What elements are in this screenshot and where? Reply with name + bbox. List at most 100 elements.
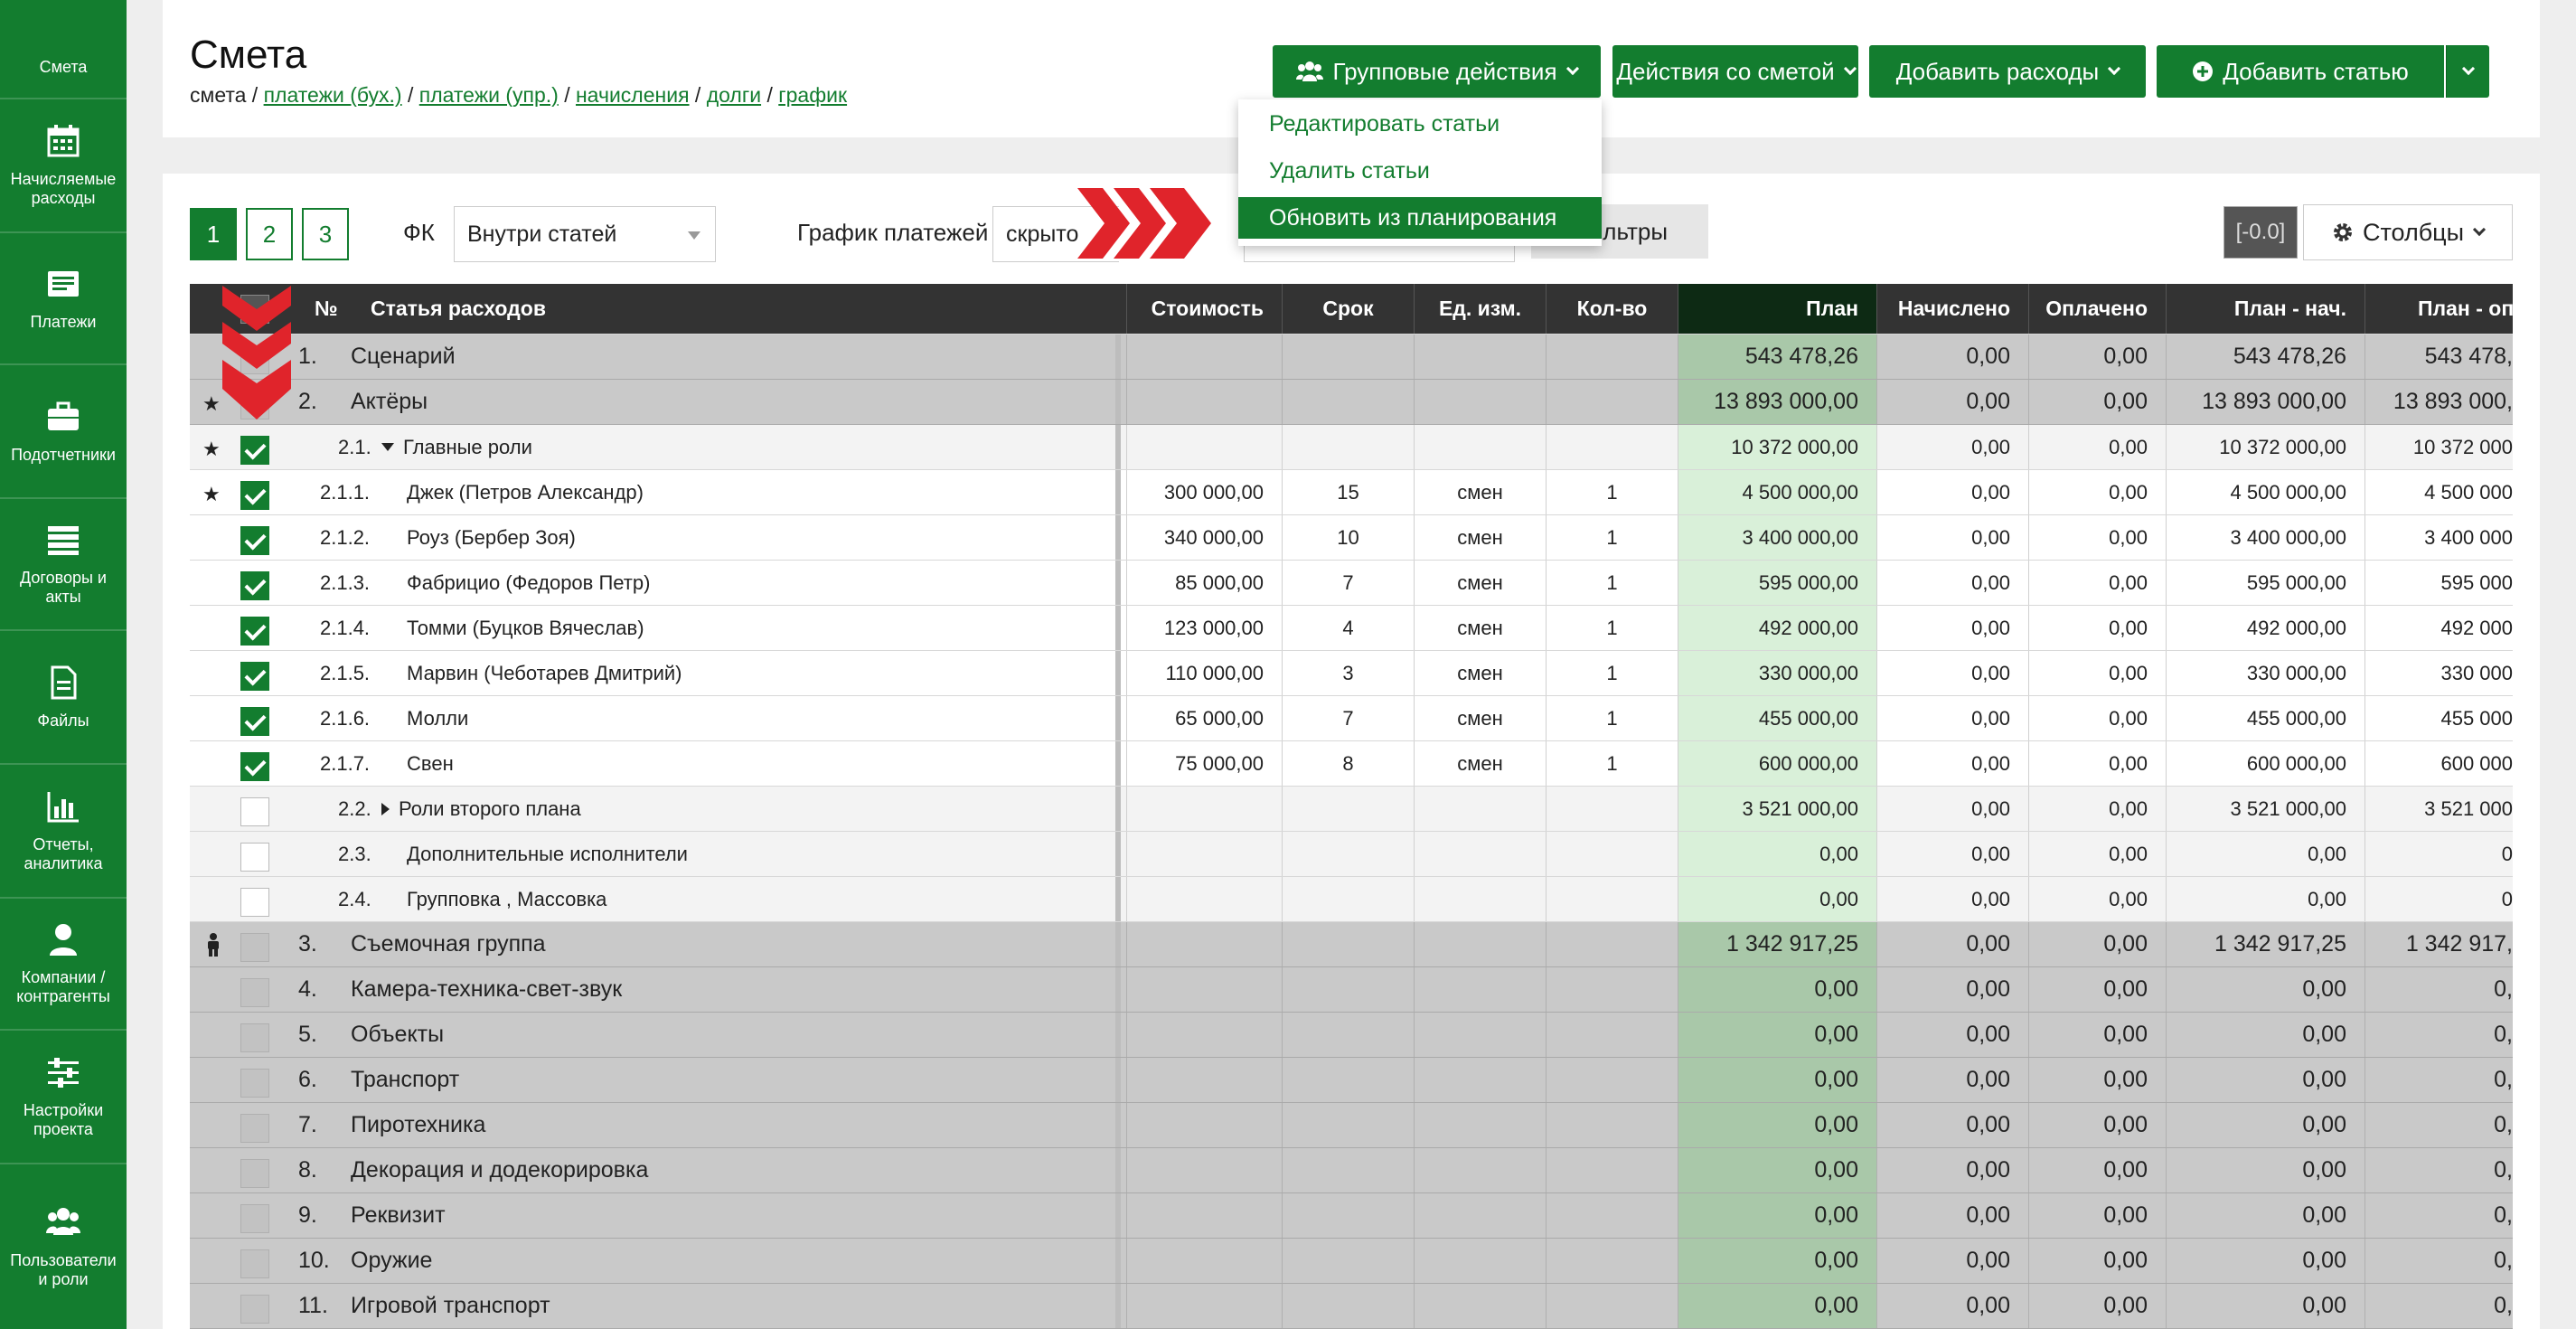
cell-term[interactable] bbox=[1282, 425, 1414, 469]
row-checkbox[interactable] bbox=[240, 662, 269, 691]
cell-qty[interactable]: 1 bbox=[1546, 651, 1678, 695]
row-checkbox[interactable] bbox=[240, 345, 269, 374]
sidebar-item-companies[interactable]: Компании / контрагенты bbox=[0, 899, 127, 1031]
cell-plan[interactable]: 595 000,00 bbox=[1678, 561, 1876, 605]
cell-plan[interactable]: 0,00 bbox=[1678, 1284, 1876, 1328]
cell-cost[interactable] bbox=[1126, 832, 1282, 876]
cell-qty[interactable] bbox=[1546, 1148, 1678, 1192]
cell-qty[interactable] bbox=[1546, 425, 1678, 469]
cell-cost[interactable] bbox=[1126, 1148, 1282, 1192]
cell-cost[interactable] bbox=[1126, 425, 1282, 469]
row-checkbox[interactable] bbox=[240, 933, 269, 962]
cell-term[interactable]: 4 bbox=[1282, 606, 1414, 650]
table-row[interactable]: 6. Транспорт 0,00 0,00 0,00 0,00 0, bbox=[190, 1058, 2513, 1103]
cell-plan[interactable]: 0,00 bbox=[1678, 1013, 1876, 1057]
row-checkbox[interactable] bbox=[240, 1249, 269, 1278]
cell-cost[interactable] bbox=[1126, 335, 1282, 379]
cell-cost[interactable] bbox=[1126, 967, 1282, 1012]
row-checkbox[interactable] bbox=[240, 436, 269, 465]
star-icon[interactable]: ★ bbox=[202, 483, 221, 506]
table-row[interactable]: 10. Оружие 0,00 0,00 0,00 0,00 0, bbox=[190, 1239, 2513, 1284]
row-checkbox[interactable] bbox=[240, 617, 269, 646]
row-checkbox[interactable] bbox=[240, 1159, 269, 1188]
cell-cost[interactable] bbox=[1126, 877, 1282, 921]
cell-unit[interactable] bbox=[1414, 877, 1546, 921]
cell-term[interactable] bbox=[1282, 1103, 1414, 1147]
cell-qty[interactable] bbox=[1546, 877, 1678, 921]
cell-unit[interactable] bbox=[1414, 1013, 1546, 1057]
row-checkbox[interactable] bbox=[240, 707, 269, 736]
cell-plan[interactable]: 13 893 000,00 bbox=[1678, 380, 1876, 424]
table-row[interactable]: 1. Сценарий 543 478,26 0,00 0,00 543 478,26 54… bbox=[190, 335, 2513, 380]
cell-plan[interactable]: 0,00 bbox=[1678, 1239, 1876, 1283]
cell-unit[interactable] bbox=[1414, 922, 1546, 966]
row-checkbox[interactable] bbox=[240, 391, 269, 419]
table-row[interactable]: 2.1.7. Свен 75 000,00 8 смен 1 600 000,00 0,00 0… bbox=[190, 741, 2513, 787]
add-item-button[interactable]: Добавить статью bbox=[2157, 45, 2444, 98]
cell-term[interactable] bbox=[1282, 787, 1414, 831]
cell-unit[interactable]: смен bbox=[1414, 515, 1546, 560]
cell-unit[interactable] bbox=[1414, 787, 1546, 831]
row-checkbox[interactable] bbox=[240, 1114, 269, 1143]
cell-plan[interactable]: 543 478,26 bbox=[1678, 335, 1876, 379]
page-button-3[interactable]: 3 bbox=[302, 208, 349, 260]
cell-term[interactable]: 10 bbox=[1282, 515, 1414, 560]
cell-qty[interactable] bbox=[1546, 1239, 1678, 1283]
cell-qty[interactable]: 1 bbox=[1546, 696, 1678, 740]
cell-plan[interactable]: 492 000,00 bbox=[1678, 606, 1876, 650]
cell-unit[interactable] bbox=[1414, 1148, 1546, 1192]
cell-unit[interactable] bbox=[1414, 967, 1546, 1012]
cell-qty[interactable] bbox=[1546, 1103, 1678, 1147]
cell-term[interactable] bbox=[1282, 335, 1414, 379]
cell-term[interactable] bbox=[1282, 1058, 1414, 1102]
cell-unit[interactable] bbox=[1414, 1193, 1546, 1238]
cell-qty[interactable] bbox=[1546, 922, 1678, 966]
cell-plan[interactable]: 4 500 000,00 bbox=[1678, 470, 1876, 514]
add-expenses-button[interactable]: Добавить расходы bbox=[1869, 45, 2146, 98]
cell-plan[interactable]: 600 000,00 bbox=[1678, 741, 1876, 786]
column-header-paid[interactable]: Оплачено bbox=[2028, 284, 2166, 334]
cell-unit[interactable] bbox=[1414, 832, 1546, 876]
cell-cost[interactable] bbox=[1126, 1193, 1282, 1238]
table-row[interactable]: 2.3. Дополнительные исполнители 0,00 0,00 0,… bbox=[190, 832, 2513, 877]
cell-term[interactable] bbox=[1282, 1193, 1414, 1238]
cell-term[interactable] bbox=[1282, 1284, 1414, 1328]
table-row[interactable]: 2.2. Роли второго плана 3 521 000,00 0,00 0,… bbox=[190, 787, 2513, 832]
cell-term[interactable] bbox=[1282, 832, 1414, 876]
breadcrumb-link-debts[interactable]: долги bbox=[707, 83, 761, 107]
cell-qty[interactable] bbox=[1546, 967, 1678, 1012]
menu-item-edit-items[interactable]: Редактировать статьи bbox=[1238, 103, 1602, 145]
cell-qty[interactable] bbox=[1546, 787, 1678, 831]
column-header-qty[interactable]: Кол-во bbox=[1546, 284, 1678, 334]
cell-unit[interactable]: смен bbox=[1414, 741, 1546, 786]
sidebar-item-files[interactable]: Файлы bbox=[0, 631, 127, 765]
cell-plan[interactable]: 0,00 bbox=[1678, 1193, 1876, 1238]
sidebar-item-reports[interactable]: Отчеты, аналитика bbox=[0, 765, 127, 899]
cell-qty[interactable]: 1 bbox=[1546, 741, 1678, 786]
row-checkbox[interactable] bbox=[240, 978, 269, 1007]
table-row[interactable]: 2.1.5. Марвин (Чеботарев Дмитрий) 110 000,… bbox=[190, 651, 2513, 696]
cell-cost[interactable]: 123 000,00 bbox=[1126, 606, 1282, 650]
table-row[interactable]: 3. Съемочная группа 1 342 917,25 0,00 0,00 1 … bbox=[190, 922, 2513, 967]
cell-unit[interactable] bbox=[1414, 1103, 1546, 1147]
table-row[interactable]: 2.1.3. Фабрицио (Федоров Петр) 85 000,00 7 с… bbox=[190, 561, 2513, 606]
column-header-item[interactable]: Статья расходов bbox=[371, 284, 1094, 334]
menu-item-update-from-planning[interactable]: Обновить из планирования bbox=[1238, 197, 1602, 239]
caret-down-icon[interactable] bbox=[381, 443, 394, 451]
row-checkbox[interactable] bbox=[240, 797, 269, 826]
cell-term[interactable]: 3 bbox=[1282, 651, 1414, 695]
caret-right-icon[interactable] bbox=[381, 802, 390, 815]
page-button-2[interactable]: 2 bbox=[246, 208, 293, 260]
table-row[interactable]: 2.1.6. Молли 65 000,00 7 смен 1 455 000,00 0,00… bbox=[190, 696, 2513, 741]
cell-qty[interactable] bbox=[1546, 1058, 1678, 1102]
cell-cost[interactable] bbox=[1126, 1103, 1282, 1147]
row-checkbox[interactable] bbox=[240, 888, 269, 917]
sidebar-item-contracts[interactable]: Договоры и акты bbox=[0, 499, 127, 631]
cell-unit[interactable]: смен bbox=[1414, 606, 1546, 650]
cell-unit[interactable]: смен bbox=[1414, 651, 1546, 695]
estimate-actions-button[interactable]: Действия со сметой bbox=[1612, 45, 1858, 98]
cell-unit[interactable] bbox=[1414, 425, 1546, 469]
cell-term[interactable] bbox=[1282, 877, 1414, 921]
table-row[interactable]: ★ 2. Актёры 13 893 000,00 0,00 0,00 13 893 000… bbox=[190, 380, 2513, 425]
columns-button[interactable]: Столбцы bbox=[2303, 204, 2513, 260]
